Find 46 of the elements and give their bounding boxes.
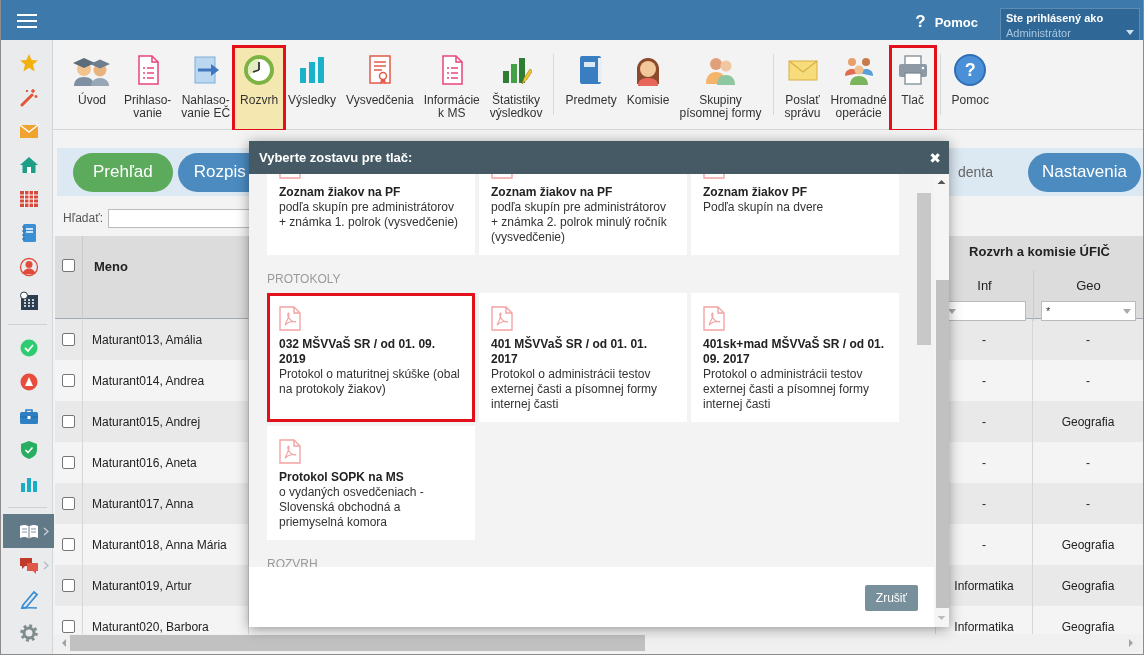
search-label: Hľadať: xyxy=(63,211,104,225)
card-title: Zoznam žiakov na PF xyxy=(279,185,401,199)
table-cell: - xyxy=(982,332,986,347)
help-icon: ? xyxy=(954,54,987,86)
card-title: 032 MŠVVaŠ SR / od 01. 09. 2019 xyxy=(279,337,436,366)
card-title: Protokol SOPK na MS xyxy=(279,470,404,484)
table-cell: - xyxy=(982,455,986,470)
card-title: Zoznam žiakov na PF xyxy=(491,185,613,199)
column-group-header: Rozvrh a komisie ÚFIČ xyxy=(969,244,1110,259)
card-title: Zoznam žiakov PF xyxy=(703,185,808,199)
table-cell: Maturant013, Amália xyxy=(92,332,203,347)
table-cell: - xyxy=(1086,455,1090,470)
card-description: Protokol o administrácii testov externej časti a písomnej formy internej časti xyxy=(703,367,871,412)
table-cell: Informatika xyxy=(954,619,1014,634)
table-cell: Maturant017, Anna xyxy=(92,496,194,511)
table-cell: Maturant020, Barbora xyxy=(92,619,209,634)
table-cell: Geografia xyxy=(1061,414,1115,429)
table-cell: - xyxy=(982,414,986,429)
table-cell: Maturant019, Artur xyxy=(92,578,192,593)
card-description: o vydaných osvedčeniach - Slovenská obchodná a priemyselná komora xyxy=(279,485,425,530)
table-cell: Maturant014, Andrea xyxy=(92,373,205,388)
card-title: 401sk+mad MŠVVaŠ SR / od 01. 09. 2017 xyxy=(703,337,885,366)
table-cell: - xyxy=(1086,496,1090,511)
table-cell: Maturant015, Andrej xyxy=(92,414,201,429)
section-heading: PROTOKOLY xyxy=(267,272,341,286)
table-cell: - xyxy=(1086,332,1090,347)
card-description: Protokol o maturitnej skúške (obal na protokoly žiakov) xyxy=(279,367,461,397)
card-description: Podľa skupín na dvere xyxy=(703,200,825,215)
table-cell: Maturant018, Anna Mária xyxy=(92,537,227,552)
card-description: Protokol o administrácii testov externej časti a písomnej formy internej časti xyxy=(491,367,659,412)
table-cell: Geografia xyxy=(1061,619,1115,634)
column-header: Geo xyxy=(1076,278,1101,293)
table-cell: - xyxy=(1086,373,1090,388)
table-cell: - xyxy=(982,537,986,552)
card-description: podľa skupín pre administrátorov + známka 1. polrok (vysvedčenie) xyxy=(279,200,460,230)
table-cell: - xyxy=(982,496,986,511)
table-cell: - xyxy=(982,373,986,388)
column-header: Inf xyxy=(977,278,992,293)
card-description: podľa skupín pre administrátorov + známka 2. polrok minulý ročník (vysvedčenie) xyxy=(491,200,668,245)
table-cell: Informatika xyxy=(954,578,1014,593)
card-title: 401 MŠVVaŠ SR / od 01. 01. 2017 xyxy=(491,337,648,366)
dialog-title: Vyberte zostavu pre tlač: xyxy=(259,150,413,165)
table-cell: Maturant016, Aneta xyxy=(92,455,197,470)
table-cell: Geografia xyxy=(1061,537,1115,552)
column-header: Meno xyxy=(94,259,128,274)
table-cell: Geografia xyxy=(1061,578,1115,593)
